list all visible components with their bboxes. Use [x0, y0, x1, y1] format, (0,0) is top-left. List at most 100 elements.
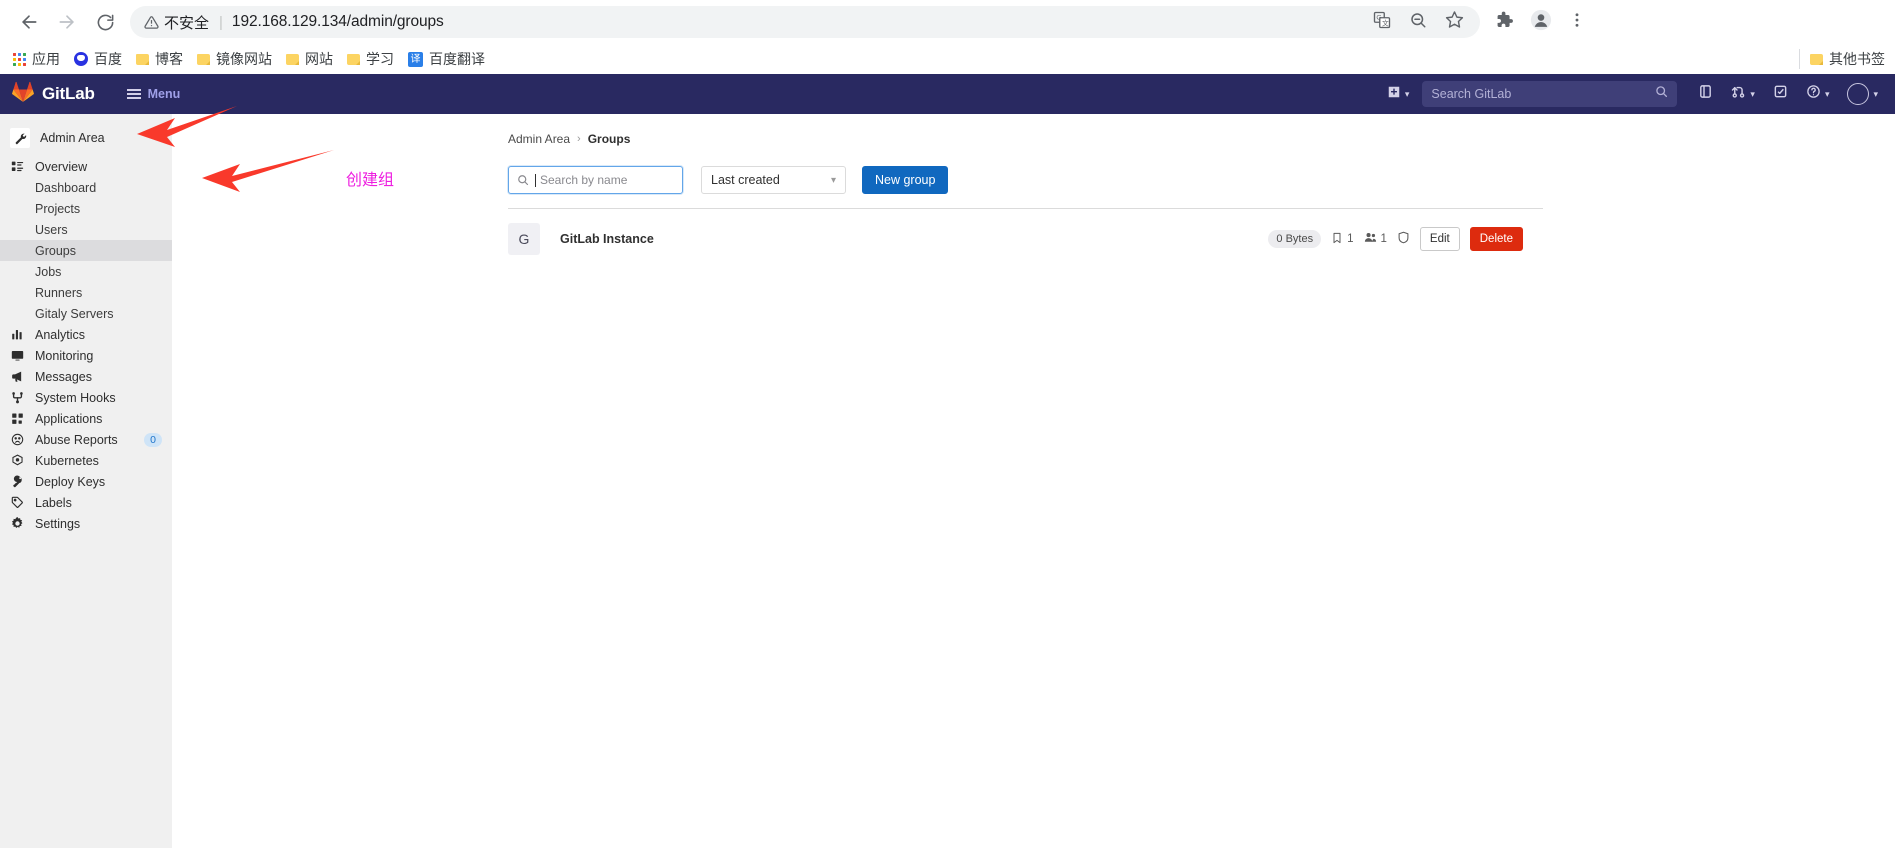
- breadcrumb: Admin Area › Groups: [172, 114, 1895, 146]
- sidebar-item-label: Messages: [35, 369, 92, 384]
- bookmark-apps[interactable]: 应用: [6, 47, 67, 71]
- hamburger-icon: [126, 88, 141, 100]
- page-body: Admin Area Overview Dashboard Projects U…: [0, 106, 1895, 848]
- issues-button[interactable]: [1691, 79, 1720, 109]
- bookmark-folder-study[interactable]: 学习: [340, 47, 401, 71]
- sidebar-item-label: Overview: [35, 159, 88, 174]
- bookmark-label: 学习: [366, 51, 394, 67]
- chrome-menu-icon[interactable]: [1568, 11, 1586, 34]
- new-group-button[interactable]: New group: [862, 166, 949, 194]
- help-button[interactable]: ▾: [1799, 79, 1837, 109]
- chevron-down-icon: ▾: [1404, 88, 1410, 99]
- groups-filter-row: Search by name Last created ▾ New group: [172, 146, 1895, 194]
- sidebar-item-analytics[interactable]: Analytics: [0, 324, 172, 345]
- translate-icon[interactable]: G文: [1373, 11, 1391, 34]
- breadcrumb-admin-area[interactable]: Admin Area: [508, 132, 570, 146]
- hook-icon: [10, 391, 24, 405]
- sidebar-item-jobs[interactable]: Jobs: [0, 261, 172, 282]
- search-icon: [517, 174, 529, 186]
- main-menu-button[interactable]: Menu: [121, 83, 187, 105]
- bookmark-label: 博客: [155, 51, 183, 67]
- todos-button[interactable]: [1766, 79, 1795, 109]
- group-row-actions: 0 Bytes 1 1 Edit Delete: [1268, 227, 1543, 251]
- sidebar-item-overview[interactable]: Overview: [0, 156, 172, 177]
- megaphone-icon: [10, 370, 24, 384]
- search-input[interactable]: Search by name: [508, 166, 683, 194]
- apps-grid-icon: [13, 52, 26, 66]
- sidebar-item-label: Labels: [35, 495, 72, 510]
- help-icon: [1806, 84, 1821, 104]
- edit-button[interactable]: Edit: [1419, 227, 1460, 251]
- group-visibility-stat: [1397, 231, 1410, 247]
- navbar-right-actions: ▾ Search GitLab ▾ ▾ ▾: [1380, 78, 1885, 110]
- group-projects-stat: 1: [1331, 232, 1354, 247]
- label-icon: [10, 496, 24, 510]
- other-bookmarks-button[interactable]: 其他书签: [1799, 49, 1885, 69]
- group-projects-count: 1: [1347, 233, 1354, 245]
- address-bar[interactable]: 不安全 | 192.168.129.134/admin/groups G文: [130, 6, 1480, 38]
- sidebar-item-projects[interactable]: Projects: [0, 198, 172, 219]
- omnibox-separator: |: [219, 13, 223, 31]
- gitlab-logo-link[interactable]: GitLab: [8, 81, 99, 107]
- sidebar-item-label: Dashboard: [35, 180, 97, 195]
- sidebar-item-users[interactable]: Users: [0, 219, 172, 240]
- forward-button[interactable]: [48, 5, 86, 39]
- sidebar-item-labels[interactable]: Labels: [0, 492, 172, 513]
- bookmark-folder-mirrors[interactable]: 镜像网站: [190, 47, 279, 71]
- overview-icon: [10, 160, 24, 174]
- gitlab-brand-text: GitLab: [42, 84, 95, 103]
- plus-square-icon: [1387, 85, 1401, 104]
- bookmark-baidu[interactable]: 百度: [67, 47, 129, 71]
- sidebar-item-monitoring[interactable]: Monitoring: [0, 345, 172, 366]
- create-new-dropdown[interactable]: ▾: [1380, 80, 1417, 109]
- sidebar-item-groups[interactable]: Groups: [0, 240, 172, 261]
- bookmark-folder-blog[interactable]: 博客: [129, 47, 190, 71]
- group-members-stat: 1: [1364, 231, 1387, 247]
- sort-dropdown[interactable]: Last created ▾: [701, 166, 846, 194]
- sidebar-item-settings[interactable]: Settings: [0, 513, 172, 534]
- kubernetes-icon: [10, 454, 24, 468]
- security-status-text: 不安全: [164, 14, 210, 32]
- folder-icon: [347, 53, 360, 65]
- sidebar-context-label: Admin Area: [40, 131, 105, 145]
- sidebar-item-runners[interactable]: Runners: [0, 282, 172, 303]
- group-name-link[interactable]: GitLab Instance: [560, 232, 654, 246]
- search-icon: [1655, 85, 1668, 103]
- merge-requests-button[interactable]: ▾: [1724, 79, 1762, 109]
- bookmark-star-icon[interactable]: [1445, 10, 1464, 34]
- folder-icon: [197, 53, 210, 65]
- global-search-input[interactable]: Search GitLab: [1422, 81, 1678, 107]
- zoom-out-icon[interactable]: [1409, 11, 1427, 34]
- chevron-down-icon: ▾: [1824, 88, 1830, 99]
- reload-button[interactable]: [86, 5, 124, 39]
- bookmark-label: 网站: [305, 51, 333, 67]
- fanyi-icon: 译: [408, 51, 423, 67]
- sidebar-item-label: Analytics: [35, 327, 86, 342]
- users-icon: [1364, 231, 1377, 247]
- sidebar-item-abuse-reports[interactable]: Abuse Reports 0: [0, 429, 172, 450]
- bookmark-label: 百度: [94, 51, 122, 67]
- profile-avatar-icon[interactable]: [1530, 9, 1552, 36]
- url-text: 192.168.129.134/admin/groups: [231, 13, 444, 30]
- user-menu-button[interactable]: ▾: [1840, 78, 1885, 110]
- sidebar-item-kubernetes[interactable]: Kubernetes: [0, 450, 172, 471]
- bookmark-label: 应用: [32, 51, 60, 67]
- bookmark-baidu-translate[interactable]: 译 百度翻译: [401, 47, 492, 71]
- sidebar-item-messages[interactable]: Messages: [0, 366, 172, 387]
- sidebar-item-system-hooks[interactable]: System Hooks: [0, 387, 172, 408]
- sidebar-item-label: System Hooks: [35, 390, 116, 405]
- omnibox-actions: G文: [1373, 10, 1466, 34]
- sidebar-item-dashboard[interactable]: Dashboard: [0, 177, 172, 198]
- wrench-icon: [10, 128, 30, 148]
- table-row: G GitLab Instance 0 Bytes 1 1 Edit Delet…: [172, 209, 1543, 269]
- back-button[interactable]: [10, 5, 48, 39]
- bookmark-folder-websites[interactable]: 网站: [279, 47, 340, 71]
- sidebar-item-applications[interactable]: Applications: [0, 408, 172, 429]
- delete-button[interactable]: Delete: [1469, 227, 1523, 251]
- sidebar-item-deploy-keys[interactable]: Deploy Keys: [0, 471, 172, 492]
- sidebar-item-label: Groups: [35, 243, 76, 258]
- sidebar-context-admin-area[interactable]: Admin Area: [0, 120, 172, 156]
- extensions-puzzle-icon[interactable]: [1494, 10, 1514, 35]
- sidebar-item-gitaly-servers[interactable]: Gitaly Servers: [0, 303, 172, 324]
- sort-selected-label: Last created: [711, 173, 780, 187]
